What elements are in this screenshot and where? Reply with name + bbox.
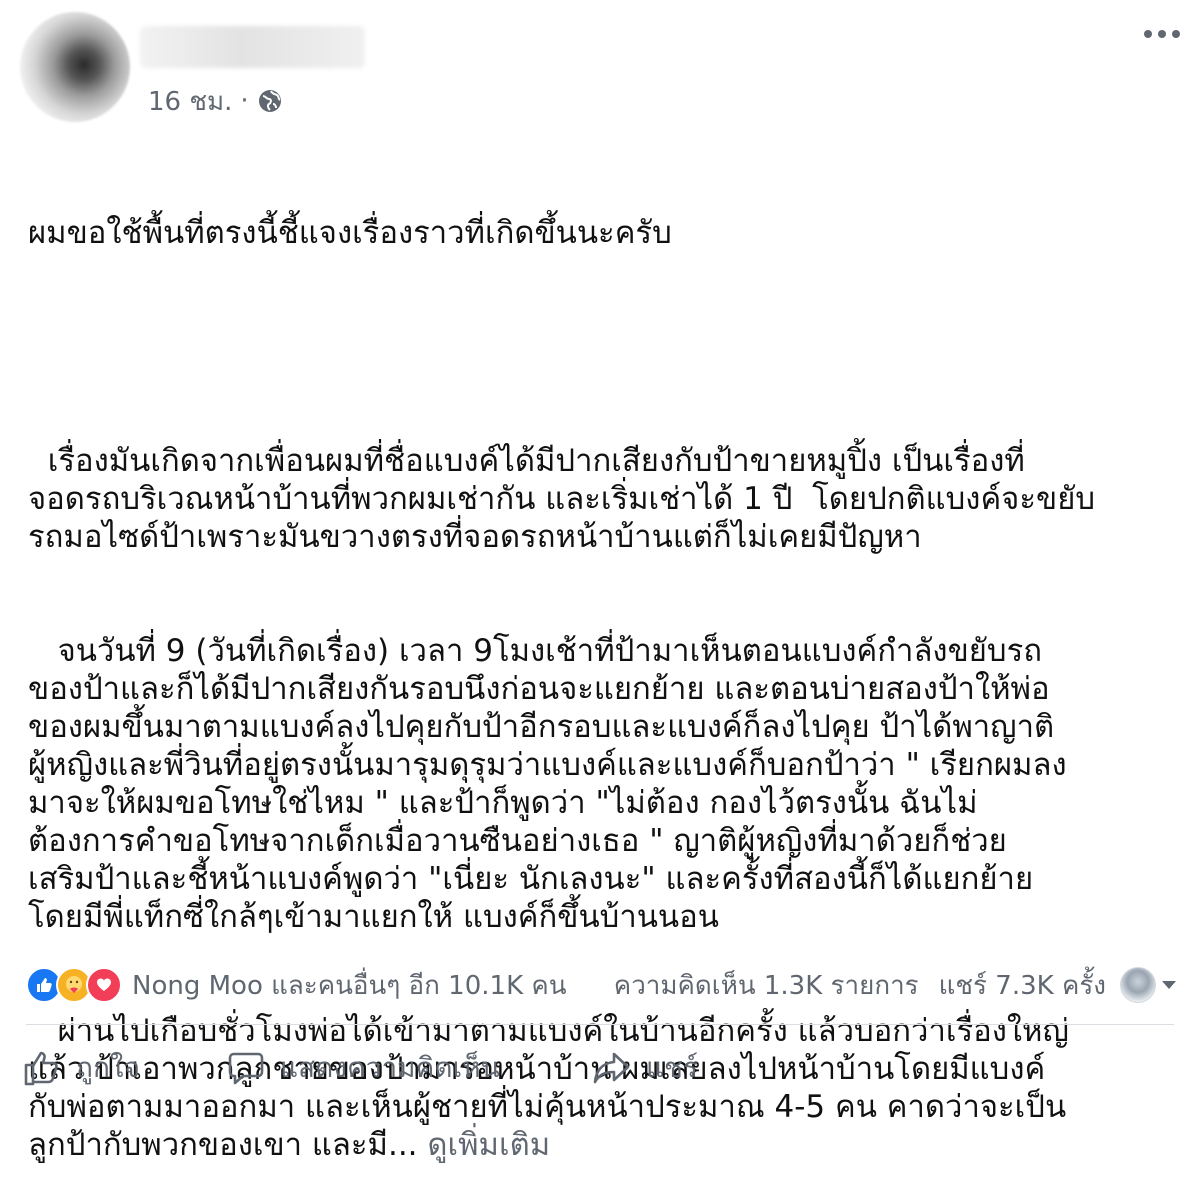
share-label: แชร์ — [646, 1051, 699, 1084]
post-time[interactable]: 16 ชม. — [148, 81, 232, 122]
post-paragraph: เรื่องมันเกิดจากเพื่อนผมที่ชื่อแบงค์ได้ม… — [28, 443, 1096, 555]
comment-button[interactable]: แสดงความคิดเห็น — [226, 1046, 500, 1090]
dot-icon — [1158, 30, 1166, 38]
like-label: ถูกใจ — [76, 1051, 140, 1084]
author-avatar[interactable] — [20, 12, 130, 122]
see-more-link[interactable]: ดูเพิ่มเติม — [427, 1127, 550, 1163]
comments-count[interactable]: ความคิดเห็น 1.3K รายการ — [614, 965, 919, 1006]
dot-icon — [1172, 30, 1180, 38]
post-paragraph-spacer — [28, 328, 1188, 366]
post-paragraph: จนวันที่ 9 (วันที่เกิดเรื่อง) เวลา 9โมงเ… — [28, 633, 1067, 935]
comment-icon — [228, 1052, 264, 1085]
post-paragraph: ผมขอใช้พื้นที่ตรงนี้ชี้แจงเรื่องราวที่เก… — [28, 215, 672, 251]
author-name-blurred[interactable] — [140, 26, 365, 68]
page-avatar[interactable] — [1120, 967, 1156, 1003]
globe-icon[interactable] — [257, 88, 283, 114]
shares-count[interactable]: แชร์ 7.3K ครั้ง — [939, 965, 1106, 1006]
share-icon — [593, 1052, 630, 1084]
action-bar: ถูกใจ แสดงความคิดเห็น แชร์ — [0, 1038, 1200, 1098]
meta-separator: · — [240, 86, 249, 116]
like-button[interactable]: ถูกใจ — [22, 1046, 140, 1090]
thumbs-up-icon — [24, 1051, 58, 1086]
reactions-count[interactable]: Nong Moo และคนอื่นๆ อีก 10.1K คน — [132, 965, 567, 1006]
share-button[interactable]: แชร์ — [592, 1046, 698, 1090]
post-meta: 16 ชม. · — [148, 84, 283, 118]
dot-icon — [1144, 30, 1152, 38]
comment-label: แสดงความคิดเห็น — [280, 1051, 500, 1084]
reaction-icons[interactable] — [26, 967, 122, 1003]
divider — [26, 1024, 1174, 1025]
chevron-down-icon[interactable] — [1162, 981, 1176, 989]
more-options-button[interactable] — [1144, 30, 1180, 38]
post-stats: Nong Moo และคนอื่นๆ อีก 10.1K คน ความคิด… — [26, 962, 1176, 1008]
love-icon — [86, 967, 122, 1003]
